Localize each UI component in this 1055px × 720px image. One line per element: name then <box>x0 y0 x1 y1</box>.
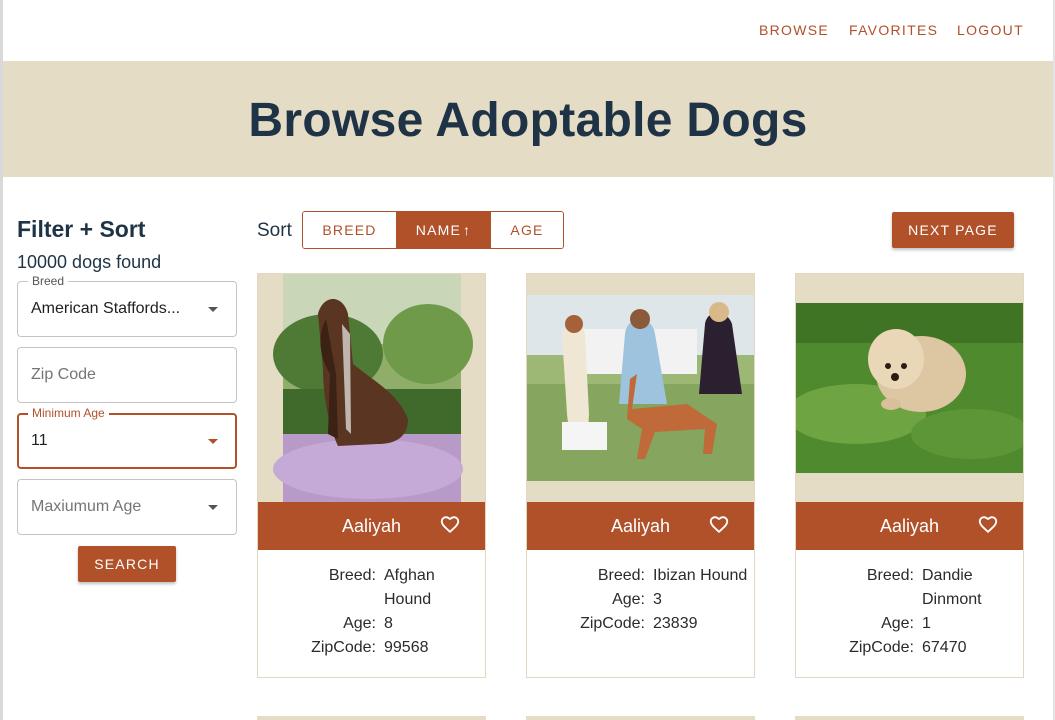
dog-card-header: Aaliyah <box>796 502 1023 550</box>
breed-key: Breed: <box>328 567 376 584</box>
age-key: Age: <box>343 615 376 632</box>
results-count: 10000 dogs found <box>17 252 162 272</box>
heart-icon[interactable] <box>977 513 999 535</box>
chevron-down-icon <box>208 307 218 312</box>
age-value: 1 <box>922 615 931 632</box>
zip-value: 23839 <box>653 615 698 632</box>
breed-value: Dandie Dinmont <box>922 567 982 608</box>
dog-card[interactable]: Aaliyah Breed: Dandie Dinmont Age: 1 ZipCo… <box>795 273 1024 678</box>
nav-link-logout[interactable]: LOGOUT <box>957 22 1024 38</box>
dog-card[interactable]: Aaliyah Breed: Afghan Hound Age: 8 ZipCode… <box>257 273 486 678</box>
next-row-card-edge <box>257 716 486 720</box>
sort-name-label: NAME <box>415 222 462 238</box>
age-value: 3 <box>653 591 662 608</box>
dog-photo-ibizan-hound <box>527 295 754 481</box>
dog-photo <box>527 274 754 502</box>
dog-photo <box>258 274 485 502</box>
maximum-age-select[interactable]: Maxiumum Age <box>17 479 237 535</box>
breed-select[interactable]: Breed American Staffords... <box>17 274 237 337</box>
age-key: Age: <box>881 615 914 632</box>
top-navigation: BROWSE FAVORITES LOGOUT <box>3 0 1053 61</box>
sort-breed-label: BREED <box>322 222 377 238</box>
dog-info: Breed: Afghan Hound Age: 8 ZipCode: 99568 <box>258 564 485 660</box>
next-row-card-edge <box>795 716 1024 720</box>
search-button[interactable]: SEARCH <box>78 546 176 582</box>
age-key: Age: <box>612 591 645 608</box>
minimum-age-label: Minimum Age <box>28 406 109 420</box>
breed-label: Breed <box>28 274 69 288</box>
zip-value: 67470 <box>922 639 967 656</box>
zip-key: ZipCode: <box>849 639 914 656</box>
breed-value: American Staffords... <box>31 300 181 317</box>
sort-age-button[interactable]: AGE <box>491 212 563 248</box>
dog-photo <box>796 274 1023 502</box>
next-row-card-edge <box>526 716 755 720</box>
filter-title: Filter + Sort <box>17 216 146 242</box>
dog-info: Breed: Ibizan Hound Age: 3 ZipCode: 23839 <box>527 564 754 636</box>
zip-value: 99568 <box>384 639 429 656</box>
hero-banner: Browse Adoptable Dogs <box>3 61 1053 177</box>
page-title: Browse Adoptable Dogs <box>248 94 808 147</box>
heart-icon[interactable] <box>708 513 730 535</box>
zip-key: ZipCode: <box>311 639 376 656</box>
breed-key: Breed: <box>597 567 645 584</box>
zip-code-input[interactable]: Zip Code <box>17 347 237 403</box>
dog-info: Breed: Dandie Dinmont Age: 1 ZipCode: 67470 <box>796 564 1023 660</box>
sort-breed-button[interactable]: BREED <box>303 212 397 248</box>
sort-name-button[interactable]: NAME ↑ <box>397 212 491 248</box>
breed-key: Breed: <box>866 567 914 584</box>
maximum-age-placeholder: Maxiumum Age <box>31 498 142 515</box>
nav-link-browse[interactable]: BROWSE <box>759 22 829 38</box>
next-page-button[interactable]: NEXT PAGE <box>892 212 1014 248</box>
dog-card-header: Aaliyah <box>527 502 754 550</box>
dog-photo-afghan-hound <box>273 274 473 502</box>
zip-code-placeholder: Zip Code <box>31 366 96 383</box>
age-value: 8 <box>384 615 393 632</box>
minimum-age-select[interactable]: Minimum Age 11 <box>17 406 237 469</box>
zip-key: ZipCode: <box>580 615 645 632</box>
minimum-age-value: 11 <box>31 432 48 449</box>
chevron-down-icon <box>208 439 218 444</box>
sort-age-label: AGE <box>510 222 544 238</box>
dog-card[interactable]: Aaliyah Breed: Ibizan Hound Age: 3 ZipCode… <box>526 273 755 678</box>
chevron-down-icon <box>208 505 218 510</box>
breed-value: Afghan Hound <box>384 567 435 608</box>
sort-label: Sort <box>257 220 292 241</box>
nav-link-favorites[interactable]: FAVORITES <box>849 22 938 38</box>
sort-button-group: BREED NAME ↑ AGE <box>302 211 564 249</box>
heart-icon[interactable] <box>439 513 461 535</box>
breed-value: Ibizan Hound <box>653 567 748 584</box>
arrow-up-icon: ↑ <box>463 222 472 238</box>
dog-card-header: Aaliyah <box>258 502 485 550</box>
dog-photo-dandie-dinmont <box>796 303 1023 473</box>
